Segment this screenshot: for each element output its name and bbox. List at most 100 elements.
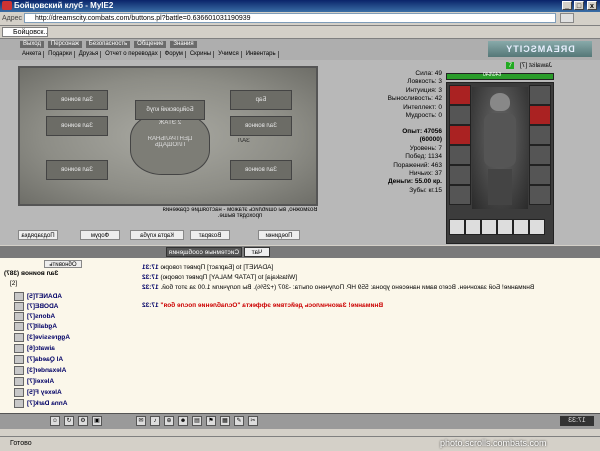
ring-slot[interactable] bbox=[529, 145, 551, 165]
list-item[interactable]: Aggressive[3] bbox=[14, 333, 124, 342]
nav-forum[interactable]: Форум bbox=[163, 51, 186, 58]
settings-icon[interactable]: ⚙ bbox=[78, 416, 88, 426]
nav-learn[interactable]: Учимся bbox=[216, 51, 242, 58]
central-square[interactable]: 2 ЭТАЖ ЦЕНТРАЛЬНАЯ ПЛОЩАДЬ bbox=[130, 113, 210, 175]
scroll-slot[interactable] bbox=[497, 219, 513, 235]
list-item[interactable]: Adons[7] bbox=[14, 312, 124, 321]
chat-time[interactable]: 17:32 bbox=[142, 302, 159, 309]
user-name[interactable]: aiwatc[6] bbox=[27, 345, 55, 352]
list-item[interactable]: ADOBE[7] bbox=[14, 302, 124, 311]
belt-slot[interactable] bbox=[449, 165, 471, 185]
user-name[interactable]: ADANET[5] bbox=[27, 293, 62, 300]
bracers-slot[interactable] bbox=[529, 165, 551, 185]
close-button[interactable]: x bbox=[587, 1, 597, 10]
list-item[interactable]: Agdalit[7] bbox=[14, 322, 124, 331]
map-room[interactable]: Зал воинов bbox=[46, 160, 108, 180]
bag-icon[interactable]: ▦ bbox=[220, 416, 230, 426]
user-name[interactable]: Al Qaeda[7] bbox=[27, 356, 63, 363]
lock-icon[interactable]: ▣ bbox=[92, 416, 102, 426]
map-room[interactable]: Зал воинов bbox=[46, 116, 108, 136]
nav-row-sub: Анкета Подарки Друзья Отчет о переводах … bbox=[20, 50, 279, 58]
smile-icon[interactable]: ☺ bbox=[50, 416, 60, 426]
nav-knowledge[interactable]: Знания bbox=[170, 41, 197, 48]
url-input[interactable]: http://dreamscity.combats.com/buttons.pl… bbox=[24, 13, 556, 23]
list-item[interactable]: Alexei[7] bbox=[14, 377, 124, 386]
chat-time[interactable]: 17:32 bbox=[142, 284, 159, 291]
forum-button[interactable]: Форум bbox=[80, 230, 120, 240]
stat-line: Мудрость: 0 bbox=[405, 112, 442, 120]
gloves-slot[interactable] bbox=[529, 105, 551, 125]
watermark: photo.scrolls.combats.com bbox=[440, 438, 547, 448]
stat-line: Уровень: 7 bbox=[409, 144, 442, 152]
nav-communication[interactable]: Общение bbox=[134, 41, 167, 48]
nav-profile[interactable]: Анкета bbox=[20, 51, 45, 58]
helmet-slot[interactable] bbox=[449, 85, 471, 105]
user-name[interactable]: Alexei[7] bbox=[27, 378, 54, 385]
legs-slot[interactable] bbox=[449, 185, 471, 205]
nav-screens[interactable]: Скрины bbox=[188, 51, 215, 58]
list-item[interactable]: Alexander[3] bbox=[14, 366, 124, 375]
room-count: [2] bbox=[10, 280, 18, 287]
scroll-slot[interactable] bbox=[481, 219, 497, 235]
list-item[interactable]: Al Qaeda[7] bbox=[14, 355, 124, 364]
chat-time[interactable]: 17:32 bbox=[142, 274, 159, 281]
stat-line: Побед: 1134 bbox=[405, 153, 442, 161]
boots-slot[interactable] bbox=[529, 185, 551, 205]
return-button[interactable]: Возврат bbox=[190, 230, 230, 240]
list-item[interactable]: Alexey F[5] bbox=[14, 388, 124, 397]
nav-character[interactable]: Персонаж bbox=[47, 41, 82, 48]
user-name[interactable]: ADOBE[7] bbox=[27, 303, 58, 310]
go-button[interactable] bbox=[560, 13, 574, 23]
chat-icon[interactable]: ✎ bbox=[234, 416, 244, 426]
user-name[interactable]: Alexander[3] bbox=[27, 367, 66, 374]
refresh-icon[interactable]: ↻ bbox=[64, 416, 74, 426]
tab-combats[interactable]: Бойцовск... bbox=[2, 27, 48, 37]
zoom-icon[interactable]: ⊕ bbox=[164, 416, 174, 426]
map-room[interactable]: Зал воинов bbox=[230, 116, 292, 136]
map-room[interactable]: Зал воинов bbox=[46, 90, 108, 110]
tab-system-messages[interactable]: Системные сообщения bbox=[166, 247, 242, 257]
user-name[interactable]: Adons[7] bbox=[27, 313, 55, 320]
amulet-slot[interactable] bbox=[449, 105, 471, 125]
map-room-club[interactable]: Бойцовский клуб bbox=[135, 100, 205, 120]
nav-inventory[interactable]: Инвентарь bbox=[244, 51, 279, 58]
maximize-button[interactable]: □ bbox=[574, 1, 584, 10]
user-name[interactable]: Alexey F[5] bbox=[27, 389, 62, 396]
face-icon[interactable]: ☻ bbox=[178, 416, 188, 426]
nav-exit[interactable]: Выход bbox=[20, 41, 44, 48]
map-room[interactable]: Зал воинов bbox=[230, 160, 292, 180]
weapon-slot[interactable] bbox=[449, 125, 471, 145]
scroll-slot[interactable] bbox=[449, 219, 465, 235]
recharge-button[interactable]: Подзарядка bbox=[18, 230, 58, 240]
nav-security[interactable]: Безопасность bbox=[85, 41, 131, 48]
nav-gifts[interactable]: Подарки bbox=[46, 51, 75, 58]
nav-transfers[interactable]: Отчет о переводах bbox=[103, 51, 161, 58]
battles-button[interactable]: Поединки bbox=[258, 230, 300, 240]
status-text: Готово bbox=[10, 440, 32, 447]
scroll-slot[interactable] bbox=[513, 219, 529, 235]
earrings-slot[interactable] bbox=[529, 85, 551, 105]
nav-friends[interactable]: Друзья bbox=[77, 51, 102, 58]
tab-chat[interactable]: Чат bbox=[244, 247, 270, 257]
user-name[interactable]: Aggressive[3] bbox=[27, 334, 70, 341]
list-item[interactable]: ADANET[5] bbox=[14, 292, 124, 301]
flag-icon[interactable]: ⚑ bbox=[206, 416, 216, 426]
scroll-slot[interactable] bbox=[465, 219, 481, 235]
refresh-button[interactable]: Обновить bbox=[44, 260, 82, 268]
letter-icon[interactable]: ✉ bbox=[136, 416, 146, 426]
user-name[interactable]: Anna Dark[7] bbox=[27, 400, 67, 407]
map-room[interactable]: Бар bbox=[230, 90, 292, 110]
nick-text[interactable]: Jawalist [7] bbox=[520, 62, 552, 69]
chat-time[interactable]: 17:31 bbox=[142, 264, 159, 271]
list-item[interactable]: Anna Dark[7] bbox=[14, 399, 124, 408]
shield-slot[interactable] bbox=[529, 125, 551, 145]
minimize-button[interactable]: _ bbox=[562, 1, 572, 10]
scroll-slot[interactable] bbox=[529, 219, 545, 235]
user-name[interactable]: Agdalit[7] bbox=[27, 323, 57, 330]
list-item[interactable]: aiwatc[6] bbox=[14, 344, 124, 353]
tool-icon[interactable]: ✂ bbox=[248, 416, 258, 426]
sound-icon[interactable]: ♪ bbox=[150, 416, 160, 426]
armor-slot[interactable] bbox=[449, 145, 471, 165]
club-map-button[interactable]: Карта клуба bbox=[130, 230, 184, 240]
book-icon[interactable]: ▤ bbox=[192, 416, 202, 426]
